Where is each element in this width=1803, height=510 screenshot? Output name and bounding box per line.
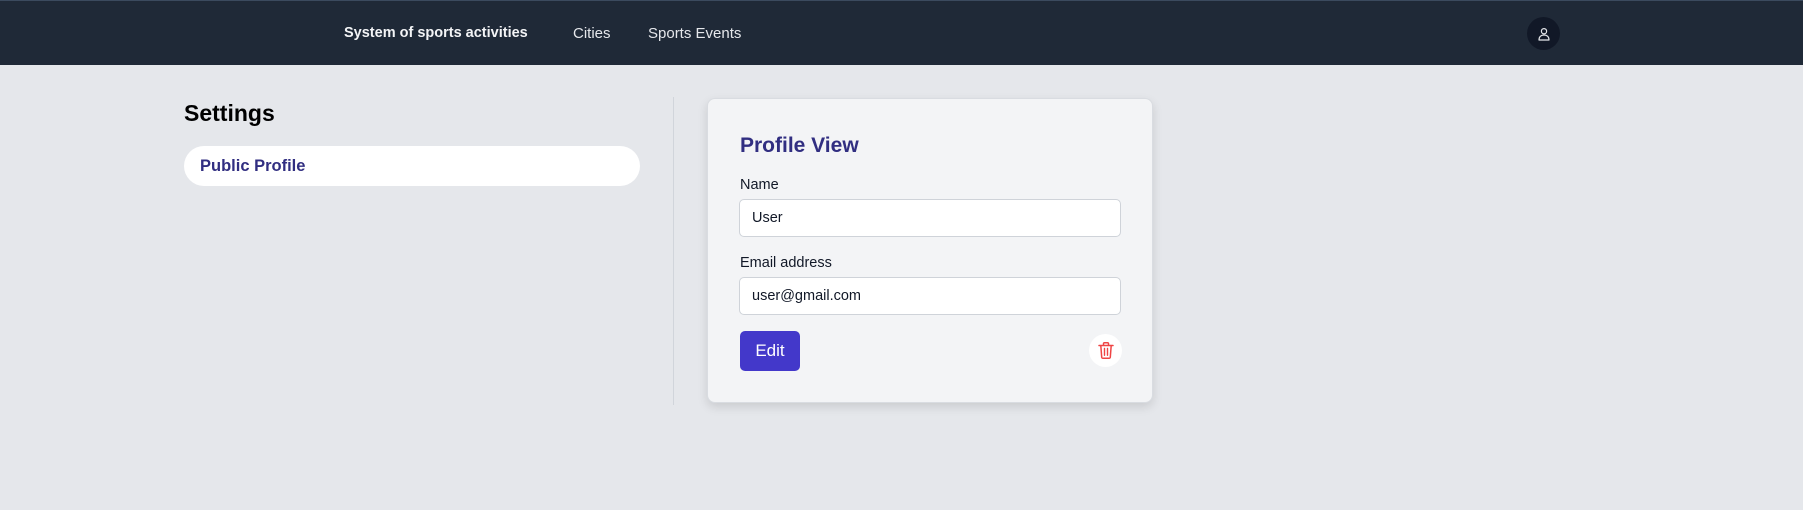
user-menu-button[interactable] — [1527, 17, 1560, 50]
sidebar-item-public-profile[interactable]: Public Profile — [184, 146, 640, 186]
email-input[interactable] — [739, 277, 1121, 315]
nav-link-cities[interactable]: Cities — [573, 25, 611, 42]
delete-button[interactable] — [1089, 334, 1122, 367]
name-input[interactable] — [739, 199, 1121, 237]
brand-link[interactable]: System of sports activities — [344, 25, 528, 41]
sidebar-item-label: Public Profile — [200, 156, 306, 175]
email-label: Email address — [740, 255, 832, 271]
top-navbar: System of sports activities Cities Sport… — [0, 0, 1803, 65]
name-label: Name — [740, 177, 779, 193]
profile-card: Profile View Name Email address Edit — [707, 98, 1153, 403]
nav-link-sports-events[interactable]: Sports Events — [648, 25, 741, 42]
user-icon — [1537, 27, 1550, 41]
vertical-divider — [673, 97, 674, 405]
edit-button[interactable]: Edit — [740, 331, 800, 371]
card-title: Profile View — [740, 134, 859, 157]
trash-icon — [1097, 342, 1114, 360]
settings-title: Settings — [184, 100, 275, 126]
